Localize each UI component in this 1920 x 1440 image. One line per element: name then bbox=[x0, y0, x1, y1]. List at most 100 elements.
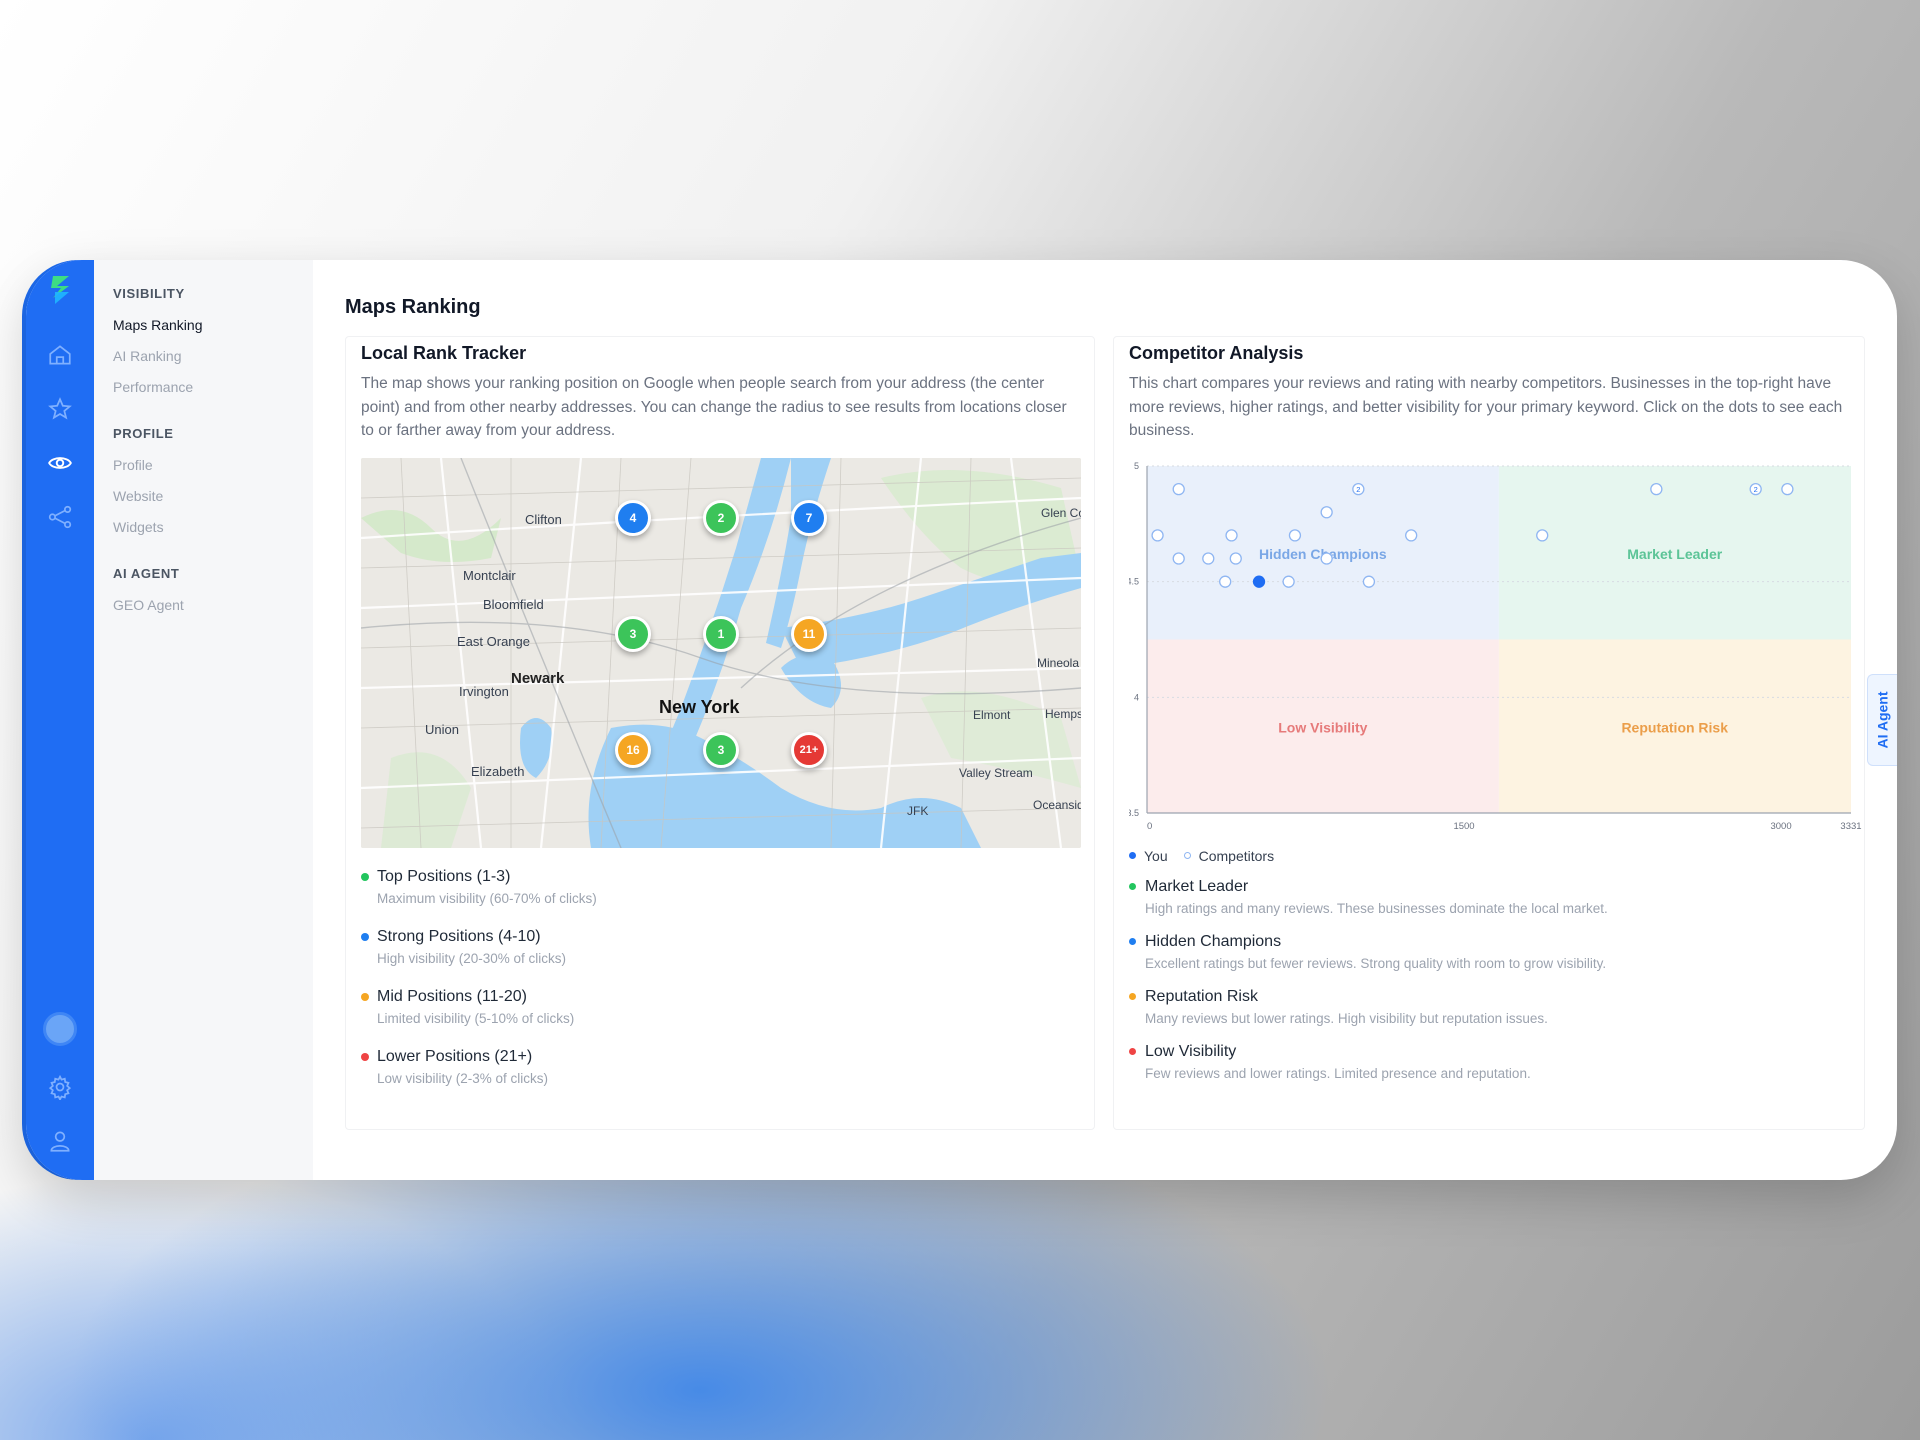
legend-item: Lower Positions (21+) Low visibility (2-… bbox=[361, 1048, 1079, 1086]
quadrant-title: Market Leader bbox=[1145, 877, 1249, 895]
nav-section-title: PROFILE bbox=[113, 426, 174, 441]
competitor-point[interactable] bbox=[1172, 482, 1185, 495]
quadrant-dot bbox=[1129, 938, 1136, 945]
sidebar-item-profile[interactable]: Profile bbox=[113, 455, 313, 486]
legend-subtitle: Maximum visibility (60-70% of clicks) bbox=[377, 890, 597, 906]
logo-icon bbox=[26, 272, 94, 312]
rank-pin[interactable]: 7 bbox=[791, 499, 827, 536]
map-label: Elizabeth bbox=[471, 763, 525, 779]
sidebar-item-maps-ranking[interactable]: Maps Ranking bbox=[113, 315, 313, 346]
card-title: Local Rank Tracker bbox=[361, 343, 527, 363]
rank-map[interactable]: Clifton Montclair Bloomfield East Orange… bbox=[361, 457, 1081, 848]
quadrant-item: Hidden Champions Excellent ratings but f… bbox=[1129, 933, 1849, 971]
quadrant-dot bbox=[1129, 883, 1136, 890]
competitor-point[interactable] bbox=[1320, 551, 1333, 565]
legend-title: Mid Positions (11-20) bbox=[377, 987, 527, 1005]
competitor-point[interactable] bbox=[1536, 528, 1549, 542]
you-dot bbox=[1129, 852, 1136, 859]
legend-title: Lower Positions (21+) bbox=[377, 1047, 533, 1065]
quadrant-legend: Market Leader High ratings and many revi… bbox=[1129, 878, 1849, 1081]
competitor-chart: 54.543.50150030003331Hidden ChampionsMar… bbox=[1126, 458, 1865, 848]
competitor-point[interactable] bbox=[1151, 528, 1164, 542]
card-description: The map shows your ranking position on G… bbox=[361, 375, 1067, 439]
rank-pin[interactable]: 4 bbox=[615, 499, 651, 536]
quadrant-dot bbox=[1129, 993, 1136, 1000]
sidebar-item-geo-agent[interactable]: GEO Agent bbox=[113, 595, 313, 626]
competitor-point[interactable] bbox=[1288, 528, 1302, 542]
competitor-card: Competitor Analysis This chart compares … bbox=[1113, 336, 1865, 1130]
map-label: Clifton bbox=[525, 511, 562, 527]
icon-rail bbox=[26, 260, 94, 1180]
competitor-point[interactable] bbox=[1219, 575, 1232, 588]
map-label: Union bbox=[425, 721, 459, 737]
rank-pin[interactable]: 3 bbox=[703, 731, 739, 768]
sidebar-item-website[interactable]: Website bbox=[113, 486, 313, 517]
competitor-point[interactable] bbox=[1225, 528, 1238, 542]
rank-legend: Top Positions (1-3) Maximum visibility (… bbox=[361, 868, 1079, 1086]
legend-dot bbox=[361, 872, 369, 881]
nav-group-ai-agent: AI AGENT GEO Agent bbox=[113, 566, 313, 626]
map-label: Hemps bbox=[1045, 706, 1081, 721]
rank-pin[interactable]: 3 bbox=[615, 615, 651, 652]
sidebar-item-widgets[interactable]: Widgets bbox=[113, 517, 313, 548]
sidebar-item-performance[interactable]: Performance bbox=[113, 377, 313, 408]
nav-group-profile: PROFILE Profile Website Widgets bbox=[113, 426, 313, 548]
star-icon[interactable] bbox=[26, 396, 94, 422]
map-label: JFK bbox=[907, 803, 929, 818]
gear-icon[interactable] bbox=[26, 1074, 94, 1100]
y-tick-label: 4 bbox=[1134, 692, 1139, 702]
rank-pin[interactable]: 21+ bbox=[791, 731, 827, 768]
legend-item: Mid Positions (11-20) Limited visibility… bbox=[361, 988, 1079, 1026]
page-title: Maps Ranking bbox=[345, 296, 481, 318]
quadrant-dot bbox=[1129, 1048, 1136, 1055]
competitor-point[interactable] bbox=[1229, 551, 1242, 565]
share-icon[interactable] bbox=[26, 504, 94, 530]
nav-section-title: VISIBILITY bbox=[113, 286, 185, 301]
competitor-point[interactable] bbox=[1650, 482, 1663, 495]
competitor-point[interactable] bbox=[1405, 528, 1418, 542]
local-rank-card: Local Rank Tracker The map shows your ra… bbox=[345, 336, 1095, 1130]
legend-subtitle: Low visibility (2-3% of clicks) bbox=[377, 1070, 549, 1086]
nav-group-visibility: VISIBILITY Maps Ranking AI Ranking Perfo… bbox=[113, 286, 313, 408]
legend-subtitle: Limited visibility (5-10% of clicks) bbox=[377, 1010, 575, 1026]
x-tick-label: 1500 bbox=[1453, 821, 1474, 832]
rank-pin[interactable]: 2 bbox=[703, 499, 739, 536]
quadrant-subtitle: Excellent ratings but fewer reviews. Str… bbox=[1145, 955, 1607, 971]
map-label: East Orange bbox=[457, 633, 530, 649]
quadrant-item: Low Visibility Few reviews and lower rat… bbox=[1129, 1043, 1849, 1081]
sidebar-item-ai-ranking[interactable]: AI Ranking bbox=[113, 346, 313, 377]
chart-legend: You Competitors bbox=[1129, 848, 1849, 864]
rank-pin[interactable]: 16 bbox=[615, 731, 651, 768]
competitor-dot bbox=[1183, 852, 1191, 859]
main-content: Maps Ranking Local Rank Tracker The map … bbox=[313, 260, 1897, 1180]
map-label: Montclair bbox=[463, 567, 516, 583]
map-label: Glen Co bbox=[1041, 505, 1081, 520]
quadrant-title: Low Visibility bbox=[1145, 1042, 1237, 1060]
avatar[interactable] bbox=[26, 1012, 94, 1046]
competitor-point[interactable] bbox=[1320, 505, 1333, 518]
ai-agent-tab[interactable]: AI Agent bbox=[1867, 674, 1897, 766]
app-window: VISIBILITY Maps Ranking AI Ranking Perfo… bbox=[26, 260, 1897, 1180]
home-icon[interactable] bbox=[26, 342, 94, 368]
ai-agent-label: AI Agent bbox=[1874, 691, 1891, 749]
user-icon[interactable] bbox=[26, 1128, 94, 1154]
competitor-point[interactable] bbox=[1282, 575, 1295, 588]
competitor-point[interactable] bbox=[1781, 482, 1794, 495]
legend-dot bbox=[361, 992, 369, 1001]
map-label: Oceansid bbox=[1033, 797, 1081, 812]
x-tick-label: 3000 bbox=[1770, 821, 1791, 832]
map-label-new-york: New York bbox=[659, 696, 740, 717]
competitor-point[interactable] bbox=[1172, 551, 1185, 565]
competitor-point[interactable] bbox=[1362, 575, 1376, 588]
competitor-point[interactable] bbox=[1202, 551, 1215, 565]
point-count-label: 2 bbox=[1356, 485, 1360, 494]
quadrant-item: Reputation Risk Many reviews but lower r… bbox=[1129, 988, 1849, 1026]
map-label: Mineola bbox=[1037, 655, 1080, 670]
eye-icon[interactable] bbox=[26, 450, 94, 476]
card-title: Competitor Analysis bbox=[1129, 343, 1304, 363]
you-point[interactable] bbox=[1252, 575, 1266, 588]
map-label: Valley Stream bbox=[959, 765, 1033, 780]
rank-pin[interactable]: 1 bbox=[703, 615, 739, 652]
quadrant-title: Reputation Risk bbox=[1145, 987, 1258, 1005]
rank-pin[interactable]: 11 bbox=[791, 615, 827, 652]
